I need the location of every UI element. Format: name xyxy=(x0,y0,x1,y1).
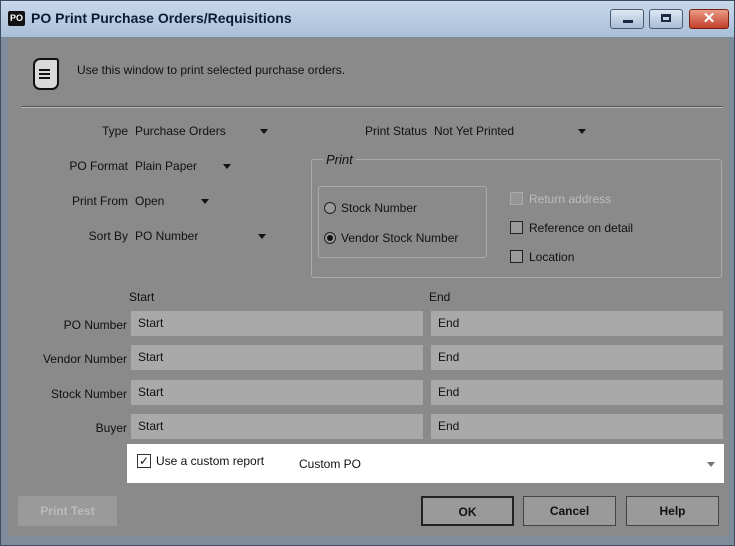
chevron-down-icon xyxy=(578,129,586,134)
chevron-down-icon xyxy=(223,164,231,169)
instructions-text: Use this window to print selected purcha… xyxy=(77,63,346,77)
print-test-button[interactable]: Print Test xyxy=(18,496,117,526)
header-separator xyxy=(22,106,723,108)
reference-on-detail-label: Reference on detail xyxy=(529,221,634,235)
return-address-checkbox[interactable] xyxy=(510,192,523,205)
location-label: Location xyxy=(529,250,575,264)
document-icon xyxy=(33,58,59,90)
vendor-stock-number-radio[interactable] xyxy=(324,232,336,244)
stock-number-radio[interactable] xyxy=(324,202,336,214)
chevron-down-icon xyxy=(258,234,266,239)
vendor-number-start-input[interactable]: Start xyxy=(131,345,423,370)
close-icon: ✕ xyxy=(702,10,716,27)
po-print-window: PO PO Print Purchase Orders/Requisitions… xyxy=(0,0,735,546)
minimize-icon xyxy=(623,20,633,23)
window-title: PO Print Purchase Orders/Requisitions xyxy=(31,10,292,26)
minimize-button[interactable] xyxy=(610,9,644,29)
sort-by-dropdown[interactable]: PO Number xyxy=(131,226,272,246)
buyer-end-input[interactable]: End xyxy=(431,414,723,439)
stock-number-start-input[interactable]: Start xyxy=(131,380,423,405)
start-column-header: Start xyxy=(129,290,155,304)
ok-button[interactable]: OK xyxy=(421,496,514,526)
stock-number-option-group xyxy=(318,186,487,258)
print-group-title: Print xyxy=(323,152,356,167)
custom-report-label: Use a custom report xyxy=(156,454,265,468)
po-format-value: Plain Paper xyxy=(135,159,198,173)
chevron-down-icon xyxy=(707,462,715,467)
custom-report-dropdown[interactable]: Custom PO xyxy=(295,454,721,474)
chevron-down-icon xyxy=(201,199,209,204)
stock-number-range-label: Stock Number xyxy=(50,387,127,401)
custom-report-value: Custom PO xyxy=(299,457,362,471)
print-status-value: Not Yet Printed xyxy=(434,124,515,138)
po-app-icon: PO xyxy=(8,11,25,26)
type-label: Type xyxy=(101,124,128,138)
print-from-value: Open xyxy=(135,194,165,208)
print-from-dropdown[interactable]: Open xyxy=(131,191,215,211)
help-button[interactable]: Help xyxy=(626,496,719,526)
po-number-end-input[interactable]: End xyxy=(431,311,723,336)
maximize-button[interactable] xyxy=(649,9,683,29)
type-dropdown[interactable]: Purchase Orders xyxy=(131,121,274,141)
buyer-start-input[interactable]: Start xyxy=(131,414,423,439)
end-column-header: End xyxy=(429,290,451,304)
po-number-range-label: PO Number xyxy=(63,318,127,332)
maximize-icon xyxy=(661,14,671,22)
type-value: Purchase Orders xyxy=(135,124,226,138)
title-bar[interactable]: PO PO Print Purchase Orders/Requisitions… xyxy=(1,1,734,37)
chevron-down-icon xyxy=(260,129,268,134)
po-format-label: PO Format xyxy=(69,159,128,173)
print-status-label: Print Status xyxy=(364,124,427,138)
po-format-dropdown[interactable]: Plain Paper xyxy=(131,156,237,176)
dialog-content: Use this window to print selected purcha… xyxy=(8,38,729,536)
vendor-stock-number-radio-label: Vendor Stock Number xyxy=(341,231,459,245)
print-status-dropdown[interactable]: Not Yet Printed xyxy=(430,121,592,141)
buyer-range-label: Buyer xyxy=(95,421,127,435)
custom-report-checkbox[interactable]: ✓ xyxy=(137,454,151,468)
vendor-number-range-label: Vendor Number xyxy=(42,352,127,366)
cancel-button[interactable]: Cancel xyxy=(523,496,616,526)
close-button[interactable]: ✕ xyxy=(689,9,729,29)
custom-report-row: ✓ Use a custom report Custom PO xyxy=(127,444,724,483)
stock-number-end-input[interactable]: End xyxy=(431,380,723,405)
reference-on-detail-checkbox[interactable] xyxy=(510,221,523,234)
sort-by-value: PO Number xyxy=(135,229,199,243)
stock-number-radio-label: Stock Number xyxy=(341,201,418,215)
vendor-number-end-input[interactable]: End xyxy=(431,345,723,370)
po-number-start-input[interactable]: Start xyxy=(131,311,423,336)
sort-by-label: Sort By xyxy=(88,229,128,243)
location-checkbox[interactable] xyxy=(510,250,523,263)
print-from-label: Print From xyxy=(71,194,128,208)
return-address-label: Return address xyxy=(529,192,612,206)
